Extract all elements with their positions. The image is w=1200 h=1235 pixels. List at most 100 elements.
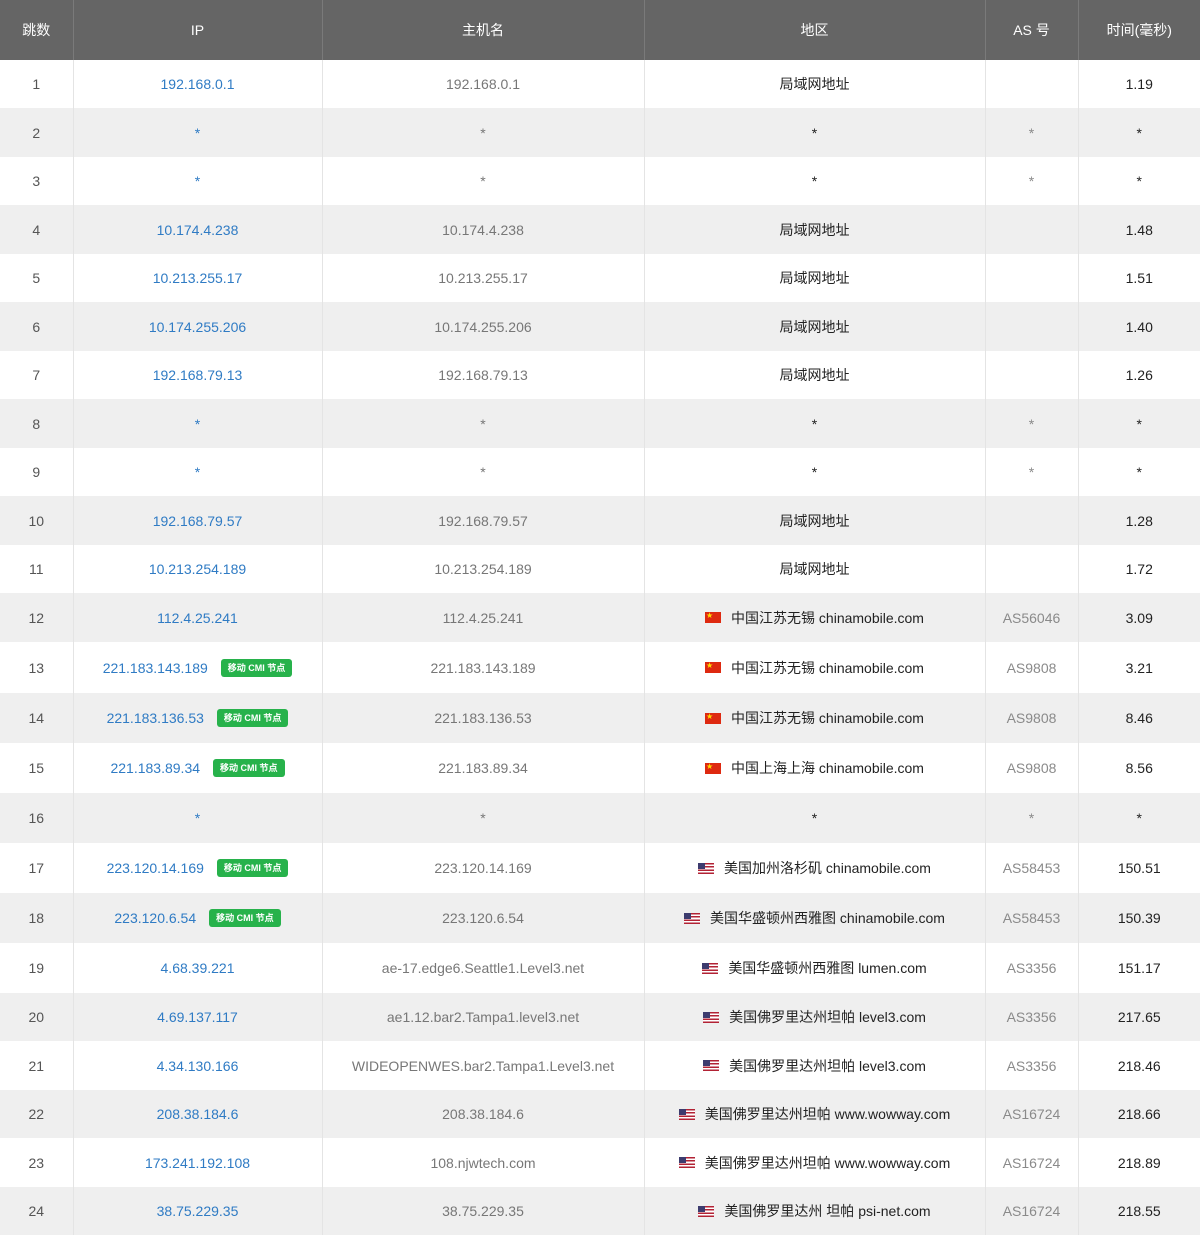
table-row: 9 * * * * * — [0, 448, 1200, 496]
region-wrap: 美国佛罗里达州坦帕 www.wowway.com — [678, 1104, 950, 1124]
hostname: * — [322, 399, 645, 448]
us-flag-icon — [684, 912, 701, 924]
ip-link[interactable]: 221.183.136.53 — [107, 710, 204, 726]
region-cell: 美国加州洛杉矶 chinamobile.com — [644, 843, 986, 893]
ip-link[interactable]: 192.168.0.1 — [161, 76, 235, 92]
table-row: 19 4.68.39.221 ae-17.edge6.Seattle1.Level3… — [0, 943, 1200, 993]
region-text: 美国佛罗里达州坦帕 level3.com — [729, 1009, 926, 1025]
table-row: 24 38.75.229.35 38.75.229.35 美国佛罗里达州 坦帕 psi… — [0, 1187, 1200, 1235]
ip-link[interactable]: 223.120.6.54 — [114, 910, 196, 926]
traceroute-table: 跳数 IP 主机名 地区 AS 号 时间(毫秒) 1 192.168.0.1 192… — [0, 0, 1200, 1235]
ip-wrap: 223.120.14.169 移动 CMI 节点 — [107, 859, 289, 877]
as-number: AS9808 — [985, 642, 1079, 693]
region-wrap: 美国佛罗里达州坦帕 level3.com — [703, 1007, 926, 1027]
hop-number: 2 — [0, 108, 74, 157]
cmi-node-badge: 移动 CMI 节点 — [213, 759, 285, 777]
cmi-node-badge: 移动 CMI 节点 — [216, 709, 289, 727]
table-row: 6 10.174.255.206 10.174.255.206 局域网地址 1.40 — [0, 302, 1200, 351]
region-cell: 美国佛罗里达州坦帕 www.wowway.com — [644, 1090, 986, 1138]
region-wrap: 美国佛罗里达州坦帕 level3.com — [703, 1056, 926, 1076]
ip-link[interactable]: * — [195, 416, 200, 432]
region-text: 美国佛罗里达州 坦帕 psi-net.com — [724, 1203, 931, 1219]
hop-number: 6 — [0, 302, 74, 351]
ip-link[interactable]: * — [195, 810, 200, 826]
table-row: 17 223.120.14.169 移动 CMI 节点 223.120.14.169 美… — [0, 843, 1200, 893]
region-cell: 美国佛罗里达州坦帕 www.wowway.com — [644, 1138, 986, 1187]
ip-link[interactable]: 112.4.25.241 — [157, 610, 238, 626]
hop-number: 14 — [0, 693, 74, 743]
table-row: 11 10.213.254.189 10.213.254.189 局域网地址 1.72 — [0, 545, 1200, 593]
as-number: AS58453 — [985, 843, 1079, 893]
region-text: * — [811, 173, 818, 189]
hop-number: 5 — [0, 254, 74, 302]
ip-cell: 38.75.229.35 — [73, 1187, 323, 1235]
ip-link[interactable]: 10.213.255.17 — [153, 270, 243, 286]
region-cell: 局域网地址 — [644, 496, 986, 545]
ip-wrap: 221.183.136.53 移动 CMI 节点 — [107, 709, 289, 727]
ip-link[interactable]: 4.68.39.221 — [161, 960, 235, 976]
hostname: 10.174.4.238 — [322, 205, 645, 254]
hostname: 223.120.14.169 — [322, 843, 645, 893]
cmi-node-badge: 移动 CMI 节点 — [220, 658, 293, 677]
hop-number: 8 — [0, 399, 74, 448]
as-number: AS3356 — [985, 1041, 1079, 1090]
region-text: 中国江苏无锡 chinamobile.com — [731, 710, 924, 726]
ip-link[interactable]: * — [195, 125, 200, 141]
ip-link[interactable]: 221.183.143.189 — [103, 660, 208, 676]
ip-cell: 10.174.4.238 — [73, 205, 323, 254]
header-ip: IP — [73, 0, 323, 60]
ip-link[interactable]: 221.183.89.34 — [110, 760, 200, 776]
ip-link[interactable]: 192.168.79.13 — [153, 367, 243, 383]
hop-number: 1 — [0, 60, 74, 108]
as-number — [985, 60, 1079, 108]
hostname: * — [322, 157, 645, 205]
region-cell: 美国华盛顿州西雅图 lumen.com — [644, 943, 986, 993]
ip-link[interactable]: 4.34.130.166 — [157, 1058, 239, 1074]
ip-cell: 221.183.136.53 移动 CMI 节点 — [73, 693, 323, 743]
us-flag-icon — [702, 962, 719, 974]
ip-cell: 10.213.255.17 — [73, 254, 323, 302]
ip-cell: 4.68.39.221 — [73, 943, 323, 993]
cmi-node-badge: 移动 CMI 节点 — [216, 859, 289, 877]
china-flag-icon — [705, 712, 722, 724]
ip-link[interactable]: 192.168.79.57 — [153, 513, 243, 529]
ip-link[interactable]: 38.75.229.35 — [157, 1203, 239, 1219]
latency-ms: 3.21 — [1125, 659, 1153, 676]
ip-link[interactable]: 4.69.137.117 — [157, 1009, 238, 1025]
region-wrap: 美国华盛顿州西雅图 lumen.com — [702, 958, 927, 978]
ip-cell: * — [73, 399, 323, 448]
ip-link[interactable]: * — [195, 464, 200, 480]
hostname: 223.120.6.54 — [322, 893, 645, 943]
latency-ms: 217.65 — [1117, 1009, 1161, 1025]
china-flag-icon — [705, 662, 722, 673]
hop-number: 22 — [0, 1090, 74, 1138]
latency-ms: 151.17 — [1117, 960, 1161, 976]
ip-cell: 4.69.137.117 — [73, 993, 323, 1041]
ip-link[interactable]: * — [195, 173, 200, 189]
ip-link[interactable]: 223.120.14.169 — [107, 860, 204, 876]
ip-link[interactable]: 10.174.255.206 — [149, 319, 246, 335]
latency-ms: 1.51 — [1125, 270, 1153, 286]
header-time: 时间(毫秒) — [1106, 22, 1172, 38]
ip-link[interactable]: 173.241.192.108 — [145, 1155, 250, 1171]
as-number: AS16724 — [985, 1138, 1079, 1187]
table-row: 22 208.38.184.6 208.38.184.6 美国佛罗里达州坦帕 www.… — [0, 1090, 1200, 1138]
ip-link[interactable]: 208.38.184.6 — [157, 1106, 239, 1122]
region-text: 美国佛罗里达州坦帕 level3.com — [729, 1057, 926, 1074]
hostname: 208.38.184.6 — [322, 1090, 645, 1138]
ip-link[interactable]: 10.174.4.238 — [157, 222, 239, 238]
region-wrap: 美国华盛顿州西雅图 chinamobile.com — [684, 908, 945, 928]
header-as: AS 号 — [985, 0, 1079, 60]
hostname: 112.4.25.241 — [322, 593, 645, 642]
table-row: 21 4.34.130.166 WIDEOPENWES.bar2.Tampa1.Le… — [0, 1041, 1200, 1090]
ip-cell: 221.183.89.34 移动 CMI 节点 — [73, 743, 323, 793]
ip-cell: 112.4.25.241 — [73, 593, 323, 642]
as-number — [985, 545, 1079, 593]
latency-ms: 1.48 — [1125, 221, 1153, 238]
as-number — [985, 205, 1079, 254]
ip-link[interactable]: 10.213.254.189 — [149, 561, 246, 577]
as-number: AS3356 — [985, 993, 1079, 1041]
hostname: * — [322, 108, 645, 157]
as-number: AS9808 — [985, 743, 1079, 793]
region-cell: 中国江苏无锡 chinamobile.com — [644, 642, 986, 693]
